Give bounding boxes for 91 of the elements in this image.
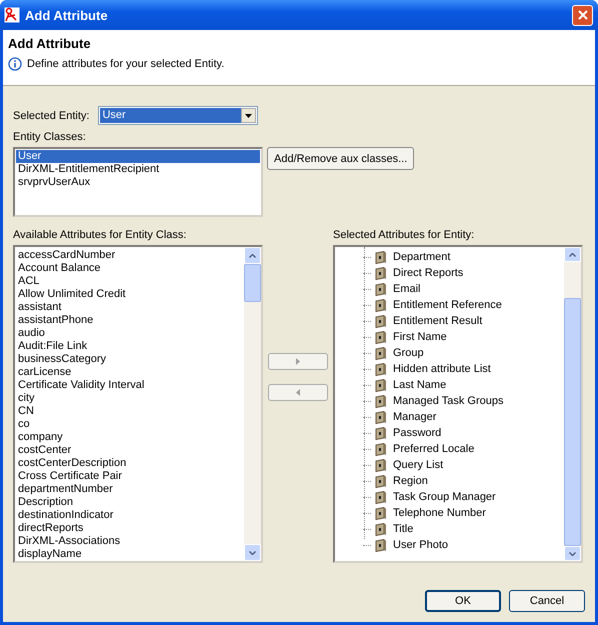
attribute-icon [375, 506, 387, 520]
attribute-list-item[interactable]: costCenterDescription [16, 457, 244, 470]
tree-item[interactable]: Hidden attribute List [391, 363, 493, 375]
selected-entity-label: Selected Entity: [13, 110, 90, 122]
available-attributes-label: Available Attributes for Entity Class: [13, 229, 188, 241]
attribute-list-item[interactable]: assistant [16, 301, 244, 314]
attribute-list-item[interactable]: Cross Certificate Pair [16, 470, 244, 483]
right-triangle-icon [296, 358, 300, 365]
attribute-icon [375, 314, 387, 328]
tree-item[interactable]: Managed Task Groups [391, 395, 506, 407]
attribute-list-item[interactable]: departmentNumber [16, 483, 244, 496]
ok-button[interactable]: OK [425, 590, 501, 612]
attribute-list-item[interactable]: company [16, 431, 244, 444]
scroll-up-icon [249, 254, 256, 258]
attribute-icon [375, 394, 387, 408]
tree-item[interactable]: First Name [391, 331, 449, 343]
window-title: Add Attribute [25, 8, 109, 22]
class-list-item[interactable]: User [16, 150, 260, 163]
attribute-list-item[interactable]: directReports [16, 522, 244, 535]
attribute-icon [375, 490, 387, 504]
scrollbar[interactable] [564, 247, 581, 561]
attribute-icon [375, 458, 387, 472]
tree-item[interactable]: Email [391, 283, 423, 295]
attribute-icon [375, 410, 387, 424]
cancel-button[interactable]: Cancel [509, 590, 585, 612]
attribute-list-item[interactable]: co [16, 418, 244, 431]
class-list-item[interactable]: DirXML-EntitlementRecipient [16, 163, 260, 176]
tree-item[interactable]: Group [391, 347, 426, 359]
attribute-list-item[interactable]: displayName [16, 548, 244, 561]
attribute-list-item[interactable]: city [16, 392, 244, 405]
dropdown-arrow-icon [245, 114, 252, 118]
tree-item[interactable]: Entitlement Result [391, 315, 484, 327]
attribute-list-item[interactable]: Audit:File Link [16, 340, 244, 353]
add-remove-aux-classes-button[interactable]: Add/Remove aux classes... [267, 147, 414, 170]
attribute-icon [375, 522, 387, 536]
tree-item[interactable]: Entitlement Reference [391, 299, 504, 311]
attribute-list-item[interactable]: ACL [16, 275, 244, 288]
tree-item[interactable]: Task Group Manager [391, 491, 498, 503]
scrollbar-thumb[interactable] [564, 298, 581, 546]
attribute-list-item[interactable]: CN [16, 405, 244, 418]
selected-attributes-label: Selected Attributes for Entity: [333, 229, 476, 241]
tree-item[interactable]: Direct Reports [391, 267, 466, 279]
attribute-icon [375, 250, 387, 264]
attribute-list-item[interactable]: costCenter [16, 444, 244, 457]
scroll-down-icon [569, 552, 576, 556]
attribute-list-item[interactable]: Account Balance [16, 262, 244, 275]
tree-item[interactable]: Title [391, 523, 416, 535]
attribute-icon [375, 362, 387, 376]
scroll-down-icon [249, 550, 256, 554]
tree-item[interactable]: Telephone Number [391, 507, 488, 519]
attribute-icon [375, 298, 387, 312]
attribute-list-item[interactable]: businessCategory [16, 353, 244, 366]
tree-item[interactable]: Last Name [391, 379, 448, 391]
scrollbar-thumb[interactable] [244, 264, 261, 302]
attribute-icon [375, 474, 387, 488]
left-triangle-icon [296, 389, 300, 396]
attribute-list-item[interactable]: assistantPhone [16, 314, 244, 327]
entity-dropdown[interactable]: User [98, 106, 258, 125]
attribute-icon [375, 378, 387, 392]
page-heading: Add Attribute [8, 36, 92, 51]
close-button[interactable] [572, 4, 593, 26]
tree-item[interactable]: Manager [391, 411, 438, 423]
close-icon [578, 10, 588, 20]
attribute-list-item[interactable]: Allow Unlimited Credit [16, 288, 244, 301]
entity-classes-label: Entity Classes: [13, 131, 87, 143]
attribute-list-item[interactable]: Certificate Validity Interval [16, 379, 244, 392]
tree-item[interactable]: Preferred Locale [391, 443, 476, 455]
info-icon [8, 57, 22, 71]
scroll-up-icon [569, 252, 576, 256]
attribute-list-item[interactable]: Description [16, 496, 244, 509]
tree-item[interactable]: Password [391, 427, 444, 439]
attribute-icon [375, 330, 387, 344]
attribute-icon [375, 266, 387, 280]
scrollbar[interactable] [244, 247, 261, 561]
attribute-list-item[interactable]: DirXML-Associations [16, 535, 244, 548]
attribute-icon [375, 346, 387, 360]
info-message: Define attributes for your selected Entity. [27, 58, 224, 70]
attribute-icon [375, 282, 387, 296]
attribute-list-item[interactable]: carLicense [16, 366, 244, 379]
attribute-list-item[interactable]: destinationIndicator [16, 509, 244, 522]
attribute-icon [375, 426, 387, 440]
tree-item[interactable]: Region [391, 475, 430, 487]
attribute-icon [375, 538, 387, 552]
tree-item[interactable]: User Photo [391, 539, 450, 551]
compass-icon [4, 7, 20, 23]
tree-item[interactable]: Query List [391, 459, 446, 471]
tree-item[interactable]: Department [391, 251, 452, 263]
attribute-list-item[interactable]: audio [16, 327, 244, 340]
class-list-item[interactable]: srvprvUserAux [16, 176, 260, 189]
attribute-icon [375, 442, 387, 456]
attribute-list-item[interactable]: accessCardNumber [16, 249, 244, 262]
